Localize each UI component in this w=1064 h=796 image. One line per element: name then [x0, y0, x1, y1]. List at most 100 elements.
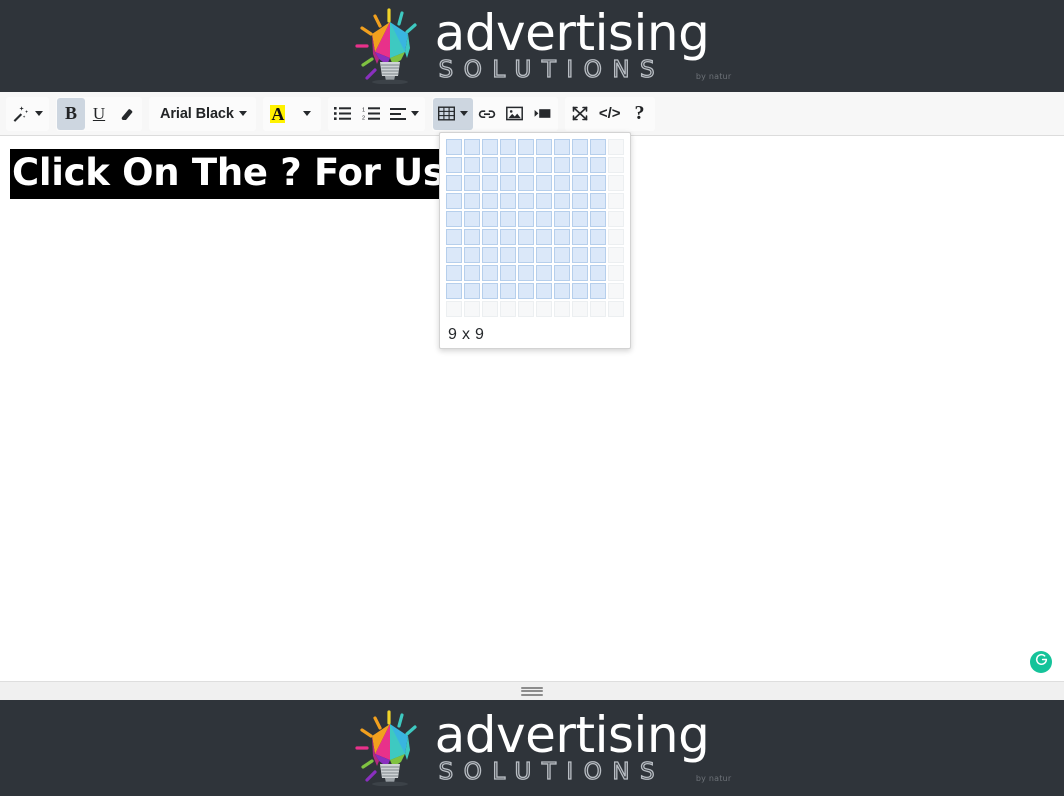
table-size-cell[interactable] [500, 193, 516, 209]
table-size-cell[interactable] [554, 157, 570, 173]
table-size-cell[interactable] [554, 247, 570, 263]
table-size-cell[interactable] [500, 229, 516, 245]
table-size-cell[interactable] [518, 211, 534, 227]
grammarly-button[interactable] [1030, 651, 1052, 673]
table-size-cell[interactable] [608, 175, 624, 191]
insert-link-button[interactable] [473, 98, 501, 130]
magic-wand-button[interactable] [7, 98, 48, 130]
table-size-cell[interactable] [446, 193, 462, 209]
table-size-cell[interactable] [536, 175, 552, 191]
table-size-cell[interactable] [500, 265, 516, 281]
table-size-cell[interactable] [518, 139, 534, 155]
table-size-cell[interactable] [446, 175, 462, 191]
table-size-cell[interactable] [518, 157, 534, 173]
table-size-picker[interactable]: 9 x 9 [439, 132, 631, 349]
table-size-cell[interactable] [572, 283, 588, 299]
table-size-cell[interactable] [500, 139, 516, 155]
table-size-cell[interactable] [536, 229, 552, 245]
insert-image-button[interactable] [501, 98, 529, 130]
unordered-list-button[interactable] [329, 98, 357, 130]
table-size-cell[interactable] [464, 265, 480, 281]
table-size-cell[interactable] [572, 211, 588, 227]
table-size-cell[interactable] [590, 265, 606, 281]
table-size-cell[interactable] [554, 193, 570, 209]
table-size-cell[interactable] [518, 175, 534, 191]
table-size-cell[interactable] [536, 265, 552, 281]
table-size-cell[interactable] [554, 139, 570, 155]
table-size-cell[interactable] [518, 247, 534, 263]
table-size-cell[interactable] [536, 211, 552, 227]
table-size-cell[interactable] [590, 193, 606, 209]
table-size-cell[interactable] [554, 283, 570, 299]
table-size-cell[interactable] [500, 175, 516, 191]
table-size-cell[interactable] [446, 157, 462, 173]
fullscreen-button[interactable] [566, 98, 594, 130]
clear-formatting-button[interactable] [113, 98, 141, 130]
table-size-cell[interactable] [590, 175, 606, 191]
font-family-button[interactable]: Arial Black [150, 98, 255, 130]
insert-table-button[interactable] [432, 97, 473, 130]
table-size-cell[interactable] [446, 283, 462, 299]
bold-button[interactable]: B [57, 97, 85, 130]
table-size-cell[interactable] [536, 157, 552, 173]
table-size-cell[interactable] [572, 301, 588, 317]
table-size-cell[interactable] [572, 265, 588, 281]
table-size-cell[interactable] [554, 301, 570, 317]
table-size-cell[interactable] [482, 301, 498, 317]
table-size-cell[interactable] [590, 247, 606, 263]
table-size-cell[interactable] [518, 283, 534, 299]
table-size-cell[interactable] [518, 229, 534, 245]
table-size-cell[interactable] [554, 175, 570, 191]
table-size-grid[interactable] [446, 139, 624, 319]
table-size-cell[interactable] [464, 229, 480, 245]
table-size-cell[interactable] [590, 301, 606, 317]
header-logo[interactable]: advertising SOLUTIONS by natur [355, 8, 731, 84]
table-size-cell[interactable] [608, 193, 624, 209]
table-size-cell[interactable] [590, 211, 606, 227]
table-size-cell[interactable] [608, 247, 624, 263]
table-size-cell[interactable] [590, 229, 606, 245]
table-size-cell[interactable] [572, 139, 588, 155]
table-size-cell[interactable] [608, 157, 624, 173]
table-size-cell[interactable] [608, 229, 624, 245]
table-size-cell[interactable] [482, 175, 498, 191]
table-size-cell[interactable] [536, 193, 552, 209]
resize-grip-icon[interactable] [521, 686, 543, 696]
table-size-cell[interactable] [482, 283, 498, 299]
table-size-cell[interactable] [608, 301, 624, 317]
table-size-cell[interactable] [446, 247, 462, 263]
table-size-cell[interactable] [608, 139, 624, 155]
table-size-cell[interactable] [446, 265, 462, 281]
table-size-cell[interactable] [500, 211, 516, 227]
table-size-cell[interactable] [518, 265, 534, 281]
table-size-cell[interactable] [482, 229, 498, 245]
underline-button[interactable]: U [85, 98, 113, 130]
table-size-cell[interactable] [518, 301, 534, 317]
table-size-cell[interactable] [554, 265, 570, 281]
table-size-cell[interactable] [446, 229, 462, 245]
table-size-cell[interactable] [482, 247, 498, 263]
align-button[interactable] [385, 98, 424, 130]
footer-logo[interactable]: advertising SOLUTIONS by natur [355, 710, 731, 786]
table-size-cell[interactable] [500, 283, 516, 299]
table-size-cell[interactable] [518, 193, 534, 209]
table-size-cell[interactable] [554, 211, 570, 227]
code-view-button[interactable]: </> [594, 98, 626, 130]
table-size-cell[interactable] [482, 157, 498, 173]
help-button[interactable]: ? [626, 98, 654, 130]
table-size-cell[interactable] [572, 193, 588, 209]
table-size-cell[interactable] [572, 229, 588, 245]
table-size-cell[interactable] [608, 211, 624, 227]
table-size-cell[interactable] [464, 301, 480, 317]
table-size-cell[interactable] [464, 157, 480, 173]
table-size-cell[interactable] [464, 283, 480, 299]
table-size-cell[interactable] [446, 301, 462, 317]
text-color-button[interactable]: A [264, 98, 292, 130]
table-size-cell[interactable] [446, 139, 462, 155]
table-size-cell[interactable] [572, 175, 588, 191]
table-size-cell[interactable] [446, 211, 462, 227]
table-size-cell[interactable] [482, 265, 498, 281]
table-size-cell[interactable] [590, 157, 606, 173]
table-size-cell[interactable] [482, 193, 498, 209]
table-size-cell[interactable] [572, 247, 588, 263]
